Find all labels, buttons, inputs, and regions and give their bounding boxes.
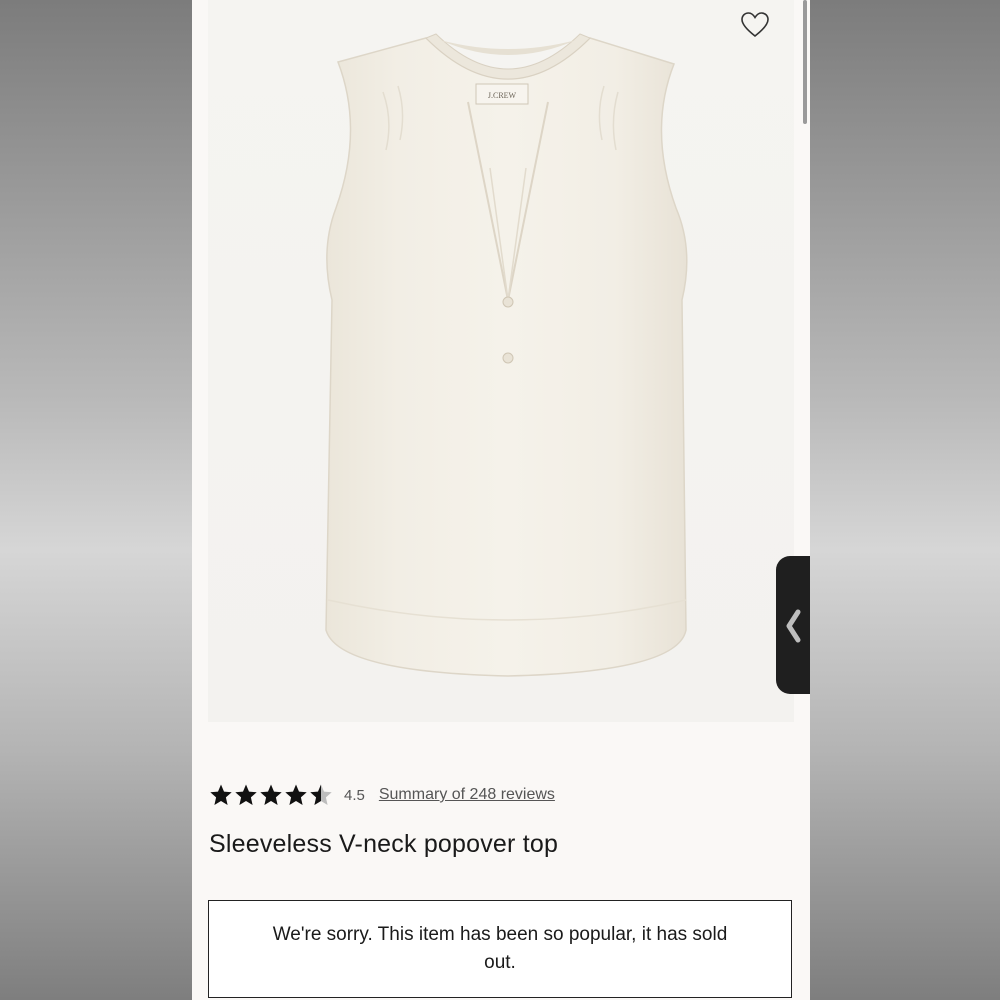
- half-star-icon: [310, 784, 332, 805]
- sold-out-message: We're sorry. This item has been so popul…: [272, 924, 728, 973]
- product-title: Sleeveless V-neck popover top: [209, 830, 559, 858]
- garment-illustration: J.CREW: [325, 33, 688, 677]
- brand-label: J.CREW: [488, 91, 517, 100]
- product-image[interactable]: J.CREW: [208, 0, 794, 722]
- phone-screen: J.CREW 4.5 Summary of 248 reviews Sleeve…: [192, 0, 810, 1000]
- star-icon: [260, 784, 282, 805]
- scrollbar-thumb[interactable]: [803, 0, 807, 124]
- chevron-left-icon: [786, 609, 801, 643]
- star-icon: [210, 784, 232, 805]
- rating-value: 4.5: [344, 786, 365, 804]
- star-icon: [285, 784, 307, 805]
- backdrop-left: [0, 0, 192, 1000]
- backdrop-right: [810, 0, 1000, 1000]
- star-rating: [209, 783, 334, 807]
- wishlist-heart-icon[interactable]: [740, 10, 770, 40]
- sold-out-notice: We're sorry. This item has been so popul…: [208, 900, 792, 998]
- star-icon: [235, 784, 257, 805]
- rating-row: 4.5 Summary of 248 reviews: [209, 781, 555, 809]
- reviews-summary-link[interactable]: Summary of 248 reviews: [379, 786, 555, 804]
- side-panel-tab[interactable]: [776, 556, 810, 694]
